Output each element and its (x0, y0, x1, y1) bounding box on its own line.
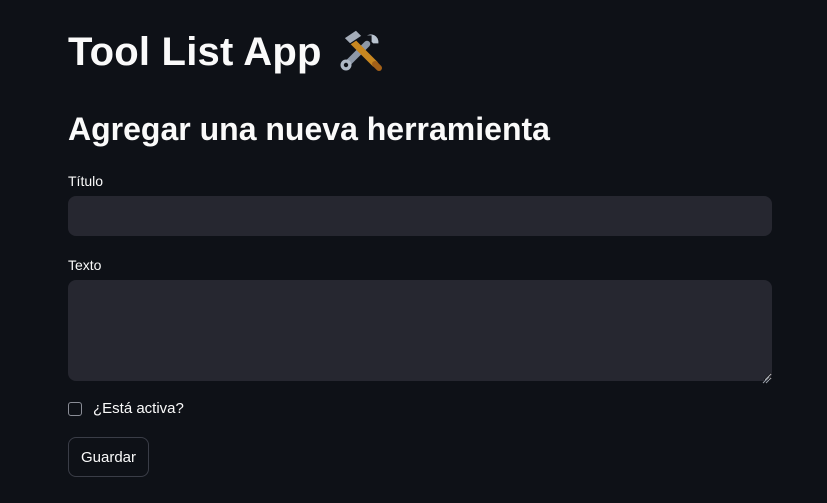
titulo-input[interactable] (68, 196, 772, 236)
activa-checkbox-label[interactable]: ¿Está activa? (93, 400, 184, 417)
activa-checkbox-row[interactable]: ¿Está activa? (68, 400, 184, 417)
app-page: Tool List App Agregar una nueva herramie… (0, 0, 827, 503)
titulo-label: Título (68, 173, 104, 189)
app-header: Tool List App (68, 24, 386, 80)
activa-checkbox[interactable] (68, 401, 82, 416)
texto-label: Texto (68, 257, 102, 273)
textarea-resize-handle[interactable] (762, 371, 770, 384)
texto-textarea[interactable] (68, 280, 772, 381)
form-heading: Agregar una nueva herramienta (68, 111, 550, 147)
save-button[interactable]: Guardar (68, 437, 149, 477)
hammer-and-wrench-icon (336, 27, 386, 77)
app-title: Tool List App (68, 30, 322, 74)
